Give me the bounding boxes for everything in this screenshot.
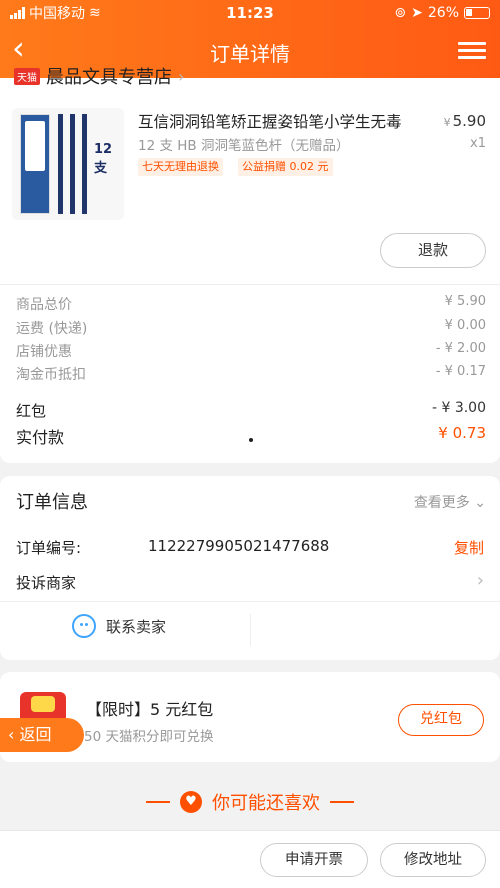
fee-label: 店铺优惠 [16, 344, 72, 360]
status-bar: 中国移动 ≋ 11:23 ⊚ ➤ 26% [0, 0, 500, 26]
tmall-badge: 天猫 [14, 67, 40, 85]
product-title[interactable]: 互信洞洞铅笔矫正握姿铅笔小学生无毒 [138, 110, 402, 132]
chevron-down-icon: ⌄ [474, 495, 486, 511]
recommend-header: ♥ 你可能还喜欢 [0, 778, 500, 826]
fee-value: - ¥ 0.17 [435, 364, 486, 379]
heart-icon: ♥ [180, 791, 202, 813]
paid-row: 实付款 ¥ 0.73 [16, 424, 486, 448]
service-tag: 七天无理由退换 [138, 158, 223, 176]
invoice-button[interactable]: 申请开票 [260, 843, 368, 877]
wifi-icon: ≋ [89, 5, 101, 21]
product-image-count: 12支 [94, 142, 113, 176]
fee-row: 红包 - ¥ 3.00 [16, 400, 486, 421]
order-item-card: 天猫 晨品文具专营店 › 12支 互信洞洞铅笔矫正握姿铅笔小学生无毒 12 支 … [0, 67, 500, 463]
fee-row: 运费 (快递) ¥ 0.00 [16, 318, 486, 338]
pencil-image [82, 114, 87, 214]
signal-icon [10, 7, 25, 19]
float-back-button[interactable]: ‹ 返回 [0, 718, 84, 752]
modify-address-button[interactable]: 修改地址 [380, 843, 486, 877]
divider [0, 601, 500, 602]
shop-row[interactable]: 天猫 晨品文具专营店 › [14, 64, 184, 88]
contact-seller-label: 联系卖家 [106, 617, 167, 636]
divider [0, 284, 500, 285]
fee-row: 淘金币抵扣 - ¥ 0.17 [16, 364, 486, 384]
paid-label: 实付款 [16, 428, 65, 447]
chat-face-icon [72, 614, 96, 638]
decor-line [330, 801, 354, 803]
product-sku: 12 支 HB 洞洞笔蓝色杆（无赠品） [138, 138, 350, 154]
pencil-box-image [20, 114, 50, 214]
product-image[interactable]: 12支 [12, 108, 124, 220]
product-qty: x1 [470, 136, 486, 151]
copy-button[interactable]: 复制 [454, 537, 484, 558]
fee-row: 商品总价 ¥ 5.90 [16, 294, 486, 314]
battery-icon [464, 7, 490, 19]
fee-value: ¥ 5.90 [444, 294, 486, 309]
refund-button[interactable]: 退款 [380, 233, 486, 268]
status-time: 11:23 [226, 4, 274, 22]
view-more-label: 查看更多 [413, 495, 470, 511]
fee-label: 淘金币抵扣 [16, 367, 86, 383]
fee-value: ¥ 0.00 [444, 318, 486, 333]
float-back-label: 返回 [19, 725, 52, 744]
pencil-image [58, 114, 63, 214]
recommend-title: 你可能还喜欢 [212, 793, 320, 814]
location-icon: ➤ [411, 5, 423, 21]
red-packet-title: 【限时】5 元红包 [86, 700, 214, 719]
shop-name: 晨品文具专营店 [46, 67, 172, 88]
order-info-card: 订单信息 查看更多 ⌄ 订单编号: 1122279905021477688 复制… [0, 476, 500, 660]
battery-percent: 26% [427, 5, 459, 21]
price-symbol: ¥ [443, 116, 451, 129]
order-info-title: 订单信息 [16, 492, 88, 513]
chevron-left-icon: ‹ [8, 725, 15, 744]
fee-value: - ¥ 3.00 [431, 400, 486, 416]
more-menu-icon[interactable] [458, 38, 486, 62]
stray-dot [249, 438, 253, 442]
carrier-name: 中国移动 [29, 6, 85, 22]
chevron-right-icon: › [178, 66, 185, 86]
order-no: 1122279905021477688 [148, 537, 330, 555]
fee-row: 店铺优惠 - ¥ 2.00 [16, 341, 486, 361]
charity-tag: 公益捐赠 0.02 元 [238, 158, 333, 176]
order-no-label: 订单编号: [16, 539, 82, 557]
price-value: 5.90 [452, 112, 486, 130]
exchange-red-packet-button[interactable]: 兑红包 [398, 704, 484, 736]
red-packet-subtitle: 50 天猫积分即可兑换 [84, 729, 214, 745]
chevron-right-icon: › [476, 570, 484, 591]
fee-label: 红包 [16, 402, 47, 420]
pencil-image [70, 114, 75, 214]
divider [250, 614, 251, 646]
bottom-action-bar: 申请开票 修改地址 [0, 830, 500, 888]
fee-value: - ¥ 2.00 [435, 341, 486, 356]
paid-value: ¥ 0.73 [438, 424, 486, 442]
fee-label: 运费 (快递) [16, 321, 88, 337]
contact-seller-button[interactable]: 联系卖家 [72, 614, 166, 638]
view-more-link[interactable]: 查看更多 ⌄ [414, 492, 486, 512]
complain-merchant-link[interactable]: 投诉商家 [16, 572, 76, 593]
product-price: ¥5.90 [444, 112, 486, 130]
decor-line [146, 801, 170, 803]
back-arrow-icon[interactable]: ‹ [12, 32, 44, 66]
lock-rotation-icon: ⊚ [394, 5, 407, 21]
fee-label: 商品总价 [16, 297, 72, 313]
